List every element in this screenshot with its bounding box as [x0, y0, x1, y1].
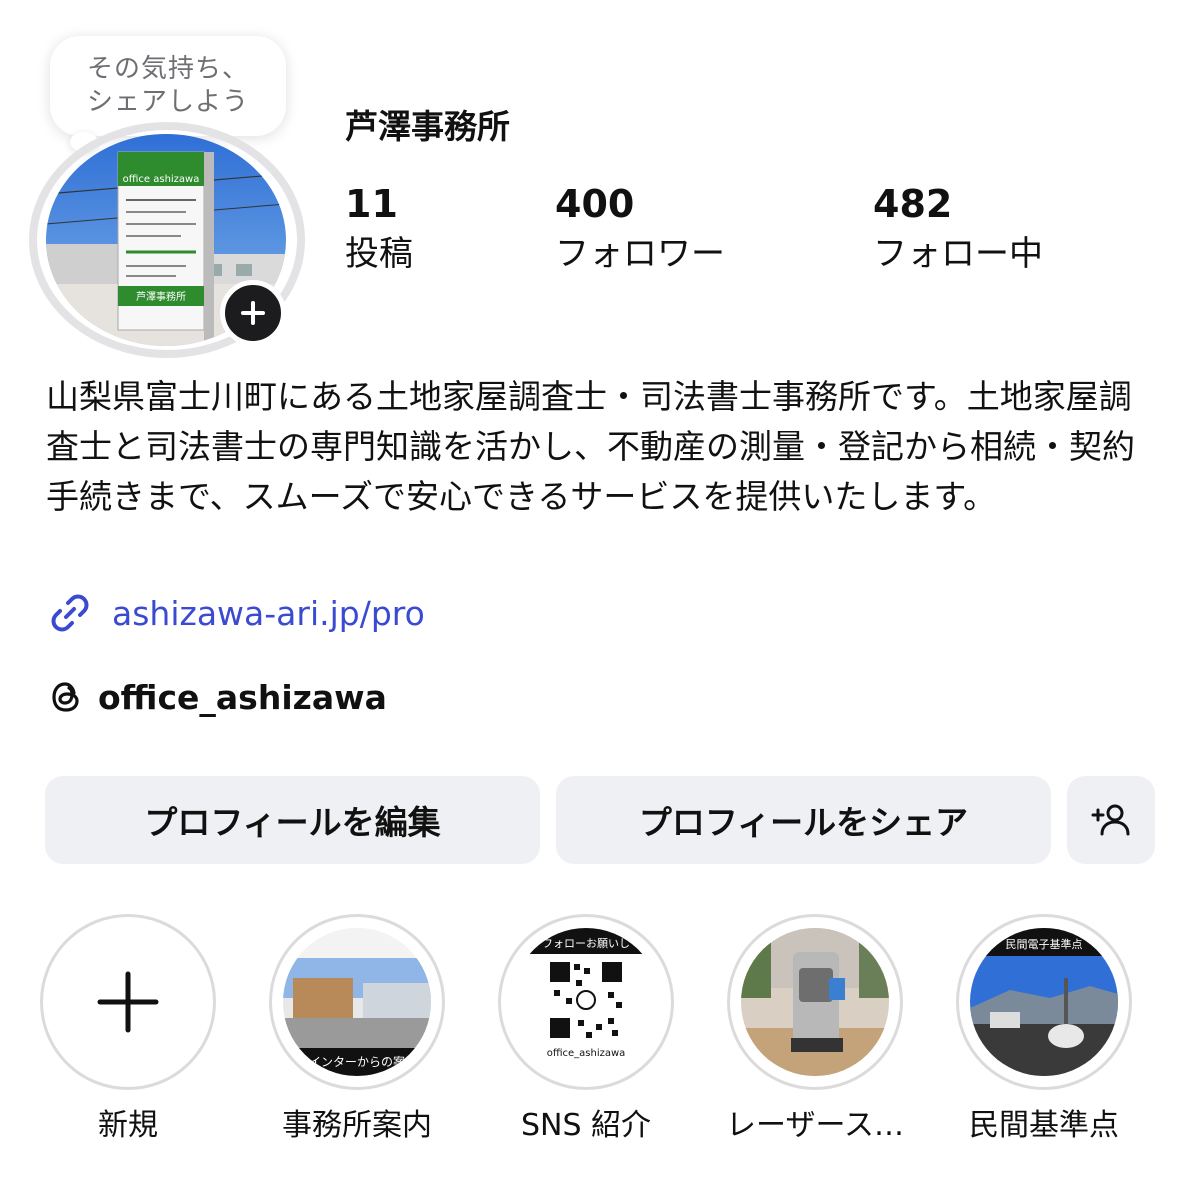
- threads-icon: [52, 682, 79, 712]
- stat-followers-label: フォロワー: [555, 234, 725, 274]
- highlight-thumbnail: 民間電子基準点: [970, 928, 1118, 1076]
- highlight-reference-top-text: 民間電子基準点: [1006, 937, 1083, 951]
- highlight-label: 民間基準点: [969, 1108, 1119, 1143]
- highlight-circle: フォローお願いし office_ashizawa: [498, 914, 674, 1090]
- stat-following-value: 482: [873, 182, 953, 226]
- note-text: その気持ち、 シェアしよう: [87, 53, 249, 119]
- stat-followers-value: 400: [555, 182, 635, 226]
- bio-text: 山梨県富士川町にある土地家屋調査士・司法書士事務所です。土地家屋調査士と司法書士…: [46, 377, 1135, 516]
- highlight-thumbnail: インターからの案: [283, 928, 431, 1076]
- link-url[interactable]: ashizawa-ari.jp/pro: [112, 594, 425, 633]
- discover-people-button[interactable]: [1067, 776, 1155, 864]
- note-line-1: その気持ち、: [86, 54, 249, 84]
- profile-link[interactable]: ashizawa-ari.jp/pro: [46, 588, 425, 638]
- highlight-sns-caption: office_ashizawa: [547, 1048, 626, 1059]
- threads-badge[interactable]: office_ashizawa: [46, 672, 387, 722]
- highlight-circle: インターからの案: [269, 914, 445, 1090]
- highlight-circle: 民間電子基準点: [956, 914, 1132, 1090]
- highlight-laser[interactable]: レーザース…: [725, 914, 905, 1144]
- highlight-new[interactable]: 新規: [38, 914, 218, 1144]
- profile-name: 芦澤事務所: [345, 107, 510, 146]
- edit-profile-label: プロフィールを編集: [144, 803, 441, 842]
- threads-handle: office_ashizawa: [98, 677, 387, 717]
- highlight-label: 新規: [98, 1108, 158, 1143]
- stat-followers[interactable]: 400 フォロワー: [555, 182, 725, 278]
- share-profile-button[interactable]: プロフィールをシェア: [556, 776, 1051, 864]
- stat-posts-label: 投稿: [345, 234, 413, 274]
- highlight-new-circle: [40, 914, 216, 1090]
- plus-icon: [97, 971, 159, 1033]
- highlight-office-overlay-text: インターからの案: [309, 1054, 405, 1069]
- highlight-thumbnail: [741, 928, 889, 1076]
- highlight-thumbnail: フォローお願いし office_ashizawa: [512, 928, 660, 1076]
- highlight-label: SNS 紹介: [520, 1108, 652, 1143]
- highlight-circle: [727, 914, 903, 1090]
- edit-profile-button[interactable]: プロフィールを編集: [45, 776, 540, 864]
- highlight-label: 事務所案内: [282, 1108, 432, 1143]
- highlight-office[interactable]: インターからの案 事務所案内: [267, 914, 447, 1144]
- link-icon: [51, 594, 89, 632]
- stat-following-label: フォロー中: [873, 234, 1043, 274]
- add-person-icon: [1091, 804, 1130, 836]
- stat-posts-value: 11: [345, 182, 398, 226]
- plus-icon: [241, 301, 265, 325]
- add-story-button[interactable]: [220, 280, 286, 346]
- highlight-sns-top-text: フォローお願いし: [542, 937, 630, 950]
- share-profile-label: プロフィールをシェア: [638, 803, 969, 842]
- highlight-label: レーザース…: [726, 1108, 904, 1143]
- highlight-reference-point[interactable]: 民間電子基準点 民間基準点: [954, 914, 1134, 1144]
- stat-following[interactable]: 482 フォロー中: [873, 182, 1043, 278]
- note-line-2: シェアしよう: [86, 87, 249, 117]
- highlight-sns[interactable]: フォローお願いし office_ashizawa SNS 紹介: [496, 914, 676, 1144]
- stat-posts[interactable]: 11 投稿: [345, 182, 413, 278]
